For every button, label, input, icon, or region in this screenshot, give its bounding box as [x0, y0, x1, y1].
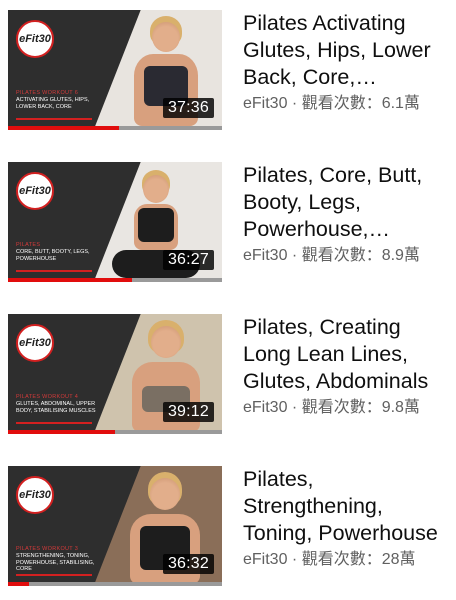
view-count: 觀看次數：9.8萬 [301, 399, 420, 416]
video-thumbnail[interactable]: eFit30 PILATES WORKOUT 4 GLUTES, ABDOMIN… [8, 314, 222, 434]
video-title[interactable]: Pilates, Creating Long Lean Lines, Glute… [243, 314, 448, 395]
channel-name[interactable]: eFit30 [243, 95, 287, 112]
thumbnail-caption-title: PILATES WORKOUT 6 [16, 90, 79, 96]
video-item[interactable]: eFit30 PILATES WORKOUT 6 ACTIVATING GLUT… [0, 0, 456, 130]
video-item[interactable]: eFit30 PILATES CORE, BUTT, BOOTY, LEGS, … [0, 152, 456, 282]
thumbnail-caption-text: ACTIVATING GLUTES, HIPS, LOWER BACK, COR… [16, 97, 90, 110]
view-count: 觀看次數：8.9萬 [301, 247, 420, 264]
video-info[interactable]: Pilates, Core, Butt, Booty, Legs, Powerh… [243, 162, 448, 267]
thumbnail-caption-text: GLUTES, ABDOMINAL, UPPER BODY, STABILISI… [16, 401, 96, 414]
thumbnail-divider [16, 574, 92, 576]
efit30-logo: eFit30 [16, 476, 54, 514]
video-item[interactable]: eFit30 PILATES WORKOUT 4 GLUTES, ABDOMIN… [0, 304, 456, 434]
video-meta: eFit30 · 觀看次數：6.1萬 [243, 93, 448, 115]
thumbnail-caption-title: PILATES WORKOUT 3 [16, 546, 79, 552]
thumbnail-caption-text: CORE, BUTT, BOOTY, LEGS, POWERHOUSE [16, 249, 90, 262]
video-title[interactable]: Pilates Activating Glutes, Hips, Lower B… [243, 10, 448, 91]
duration-badge: 36:27 [162, 250, 214, 270]
video-thumbnail[interactable]: eFit30 PILATES WORKOUT 6 ACTIVATING GLUT… [8, 10, 222, 130]
meta-separator: · [287, 399, 302, 416]
meta-separator: · [287, 551, 302, 568]
watch-progress-fill [8, 278, 133, 282]
video-meta: eFit30 · 觀看次數：28萬 [243, 549, 448, 571]
video-info[interactable]: Pilates, Strengthening, Toning, Powerhou… [243, 466, 448, 571]
watch-progress-bar [8, 582, 222, 586]
efit30-logo: eFit30 [16, 20, 54, 58]
thumbnail-divider [16, 422, 92, 424]
video-list: eFit30 PILATES WORKOUT 6 ACTIVATING GLUT… [0, 0, 456, 600]
thumbnail-divider [16, 270, 92, 272]
video-info[interactable]: Pilates Activating Glutes, Hips, Lower B… [243, 10, 448, 115]
video-thumbnail[interactable]: eFit30 PILATES WORKOUT 3 STRENGTHENING, … [8, 466, 222, 586]
thumbnail-caption-title: PILATES WORKOUT 4 [16, 394, 79, 400]
meta-separator: · [287, 247, 302, 264]
view-count: 觀看次數：28萬 [301, 551, 416, 568]
watch-progress-fill [8, 582, 30, 586]
video-meta: eFit30 · 觀看次數：8.9萬 [243, 245, 448, 267]
video-title[interactable]: Pilates, Strengthening, Toning, Powerhou… [243, 466, 448, 547]
duration-badge: 37:36 [162, 98, 214, 118]
efit30-logo: eFit30 [16, 172, 54, 210]
meta-separator: · [287, 95, 302, 112]
efit30-logo: eFit30 [16, 324, 54, 362]
duration-badge: 39:12 [162, 402, 214, 422]
watch-progress-bar [8, 430, 222, 434]
video-meta: eFit30 · 觀看次數：9.8萬 [243, 397, 448, 419]
watch-progress-bar [8, 126, 222, 130]
thumbnail-divider [16, 118, 92, 120]
video-thumbnail[interactable]: eFit30 PILATES CORE, BUTT, BOOTY, LEGS, … [8, 162, 222, 282]
channel-name[interactable]: eFit30 [243, 551, 287, 568]
view-count: 觀看次數：6.1萬 [301, 95, 420, 112]
thumbnail-caption-text: STRENGTHENING, TONING, POWERHOUSE, STABI… [16, 553, 95, 572]
video-item[interactable]: eFit30 PILATES WORKOUT 3 STRENGTHENING, … [0, 456, 456, 586]
video-info[interactable]: Pilates, Creating Long Lean Lines, Glute… [243, 314, 448, 419]
duration-badge: 36:32 [162, 554, 214, 574]
video-title[interactable]: Pilates, Core, Butt, Booty, Legs, Powerh… [243, 162, 448, 243]
channel-name[interactable]: eFit30 [243, 399, 287, 416]
watch-progress-bar [8, 278, 222, 282]
watch-progress-fill [8, 126, 120, 130]
thumbnail-caption-title: PILATES [16, 242, 41, 248]
channel-name[interactable]: eFit30 [243, 247, 287, 264]
watch-progress-fill [8, 430, 115, 434]
